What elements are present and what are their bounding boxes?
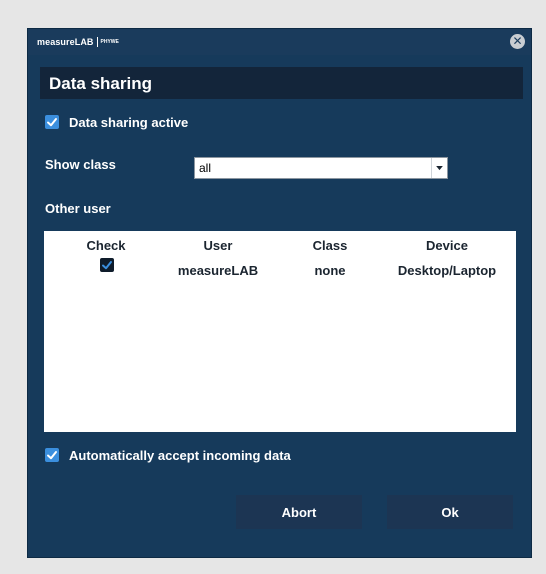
data-sharing-active-checkbox[interactable] xyxy=(45,115,59,129)
logo-text: measureLAB xyxy=(37,37,94,47)
data-sharing-active-label: Data sharing active xyxy=(69,115,189,130)
auto-accept-checkbox[interactable] xyxy=(45,448,59,462)
logo-divider xyxy=(96,37,98,47)
show-class-dropdown[interactable]: all xyxy=(194,157,448,179)
close-icon[interactable]: ✕ xyxy=(510,34,525,49)
show-class-selected-value: all xyxy=(199,161,212,175)
abort-button[interactable]: Abort xyxy=(236,495,362,529)
checkmark-icon xyxy=(102,261,112,270)
chevron-down-icon[interactable] xyxy=(431,158,447,178)
checkmark-icon xyxy=(47,451,57,460)
logo-subtext: PHYWE xyxy=(100,39,119,45)
column-header-user: User xyxy=(203,238,233,253)
data-sharing-dialog: measureLAB PHYWE ✕ Data sharing Data sha… xyxy=(27,28,532,558)
title-bar: measureLAB PHYWE ✕ xyxy=(28,29,531,55)
column-header-class: Class xyxy=(312,238,348,253)
row-class: none xyxy=(314,263,346,278)
show-class-label: Show class xyxy=(45,157,116,172)
other-user-label: Other user xyxy=(45,201,111,216)
checkmark-icon xyxy=(47,118,57,127)
row-user: measureLAB xyxy=(177,263,259,278)
row-checkbox[interactable] xyxy=(100,258,114,272)
column-header-device: Device xyxy=(426,238,468,253)
section-header: Data sharing xyxy=(40,67,523,99)
dialog-title: Data sharing xyxy=(49,74,152,93)
app-logo: measureLAB PHYWE xyxy=(37,36,119,48)
ok-button[interactable]: Ok xyxy=(387,495,513,529)
row-device: Desktop/Laptop xyxy=(397,263,497,278)
auto-accept-label: Automatically accept incoming data xyxy=(69,448,291,463)
column-header-check: Check xyxy=(86,238,126,253)
user-table: Check User Class Device measureLAB none … xyxy=(44,231,516,432)
